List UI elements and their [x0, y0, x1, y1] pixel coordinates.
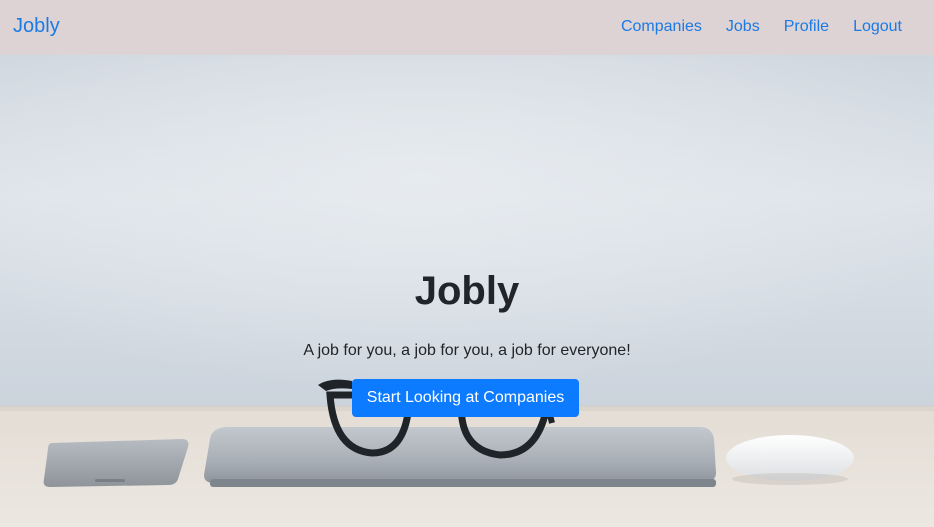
hero-subtitle: A job for you, a job for you, a job for … [303, 342, 631, 359]
hero-section: Jobly A job for you, a job for you, a jo… [0, 55, 934, 527]
nav-link-companies[interactable]: Companies [621, 17, 702, 37]
nav-link-logout[interactable]: Logout [853, 17, 902, 37]
nav-links: Companies Jobs Profile Logout [597, 17, 902, 37]
nav-link-jobs[interactable]: Jobs [726, 17, 760, 37]
start-looking-at-companies-button[interactable]: Start Looking at Companies [352, 379, 579, 417]
hero-title: Jobly [414, 269, 520, 313]
brand-logo-link[interactable]: Jobly [13, 15, 60, 38]
nav-link-profile[interactable]: Profile [784, 17, 829, 37]
hero-content: Jobly A job for you, a job for you, a jo… [0, 55, 934, 527]
top-navbar: Jobly Companies Jobs Profile Logout [0, 0, 934, 55]
